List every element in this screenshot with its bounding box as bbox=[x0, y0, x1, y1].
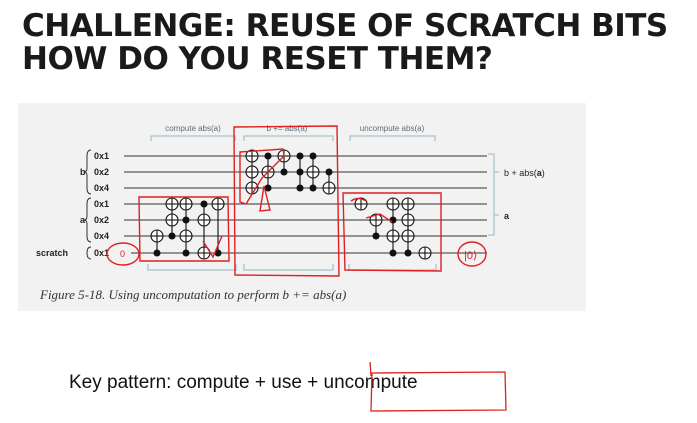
control-dot bbox=[325, 168, 333, 176]
qubit-label: 0x2 bbox=[94, 167, 109, 177]
qubit-label: 0x1 bbox=[94, 151, 109, 161]
key-pattern-text: Key pattern: compute + use + uncompute bbox=[69, 372, 418, 394]
output-label-b-close: ) bbox=[542, 168, 545, 178]
qubit-label: 0x4 bbox=[94, 183, 109, 193]
control-dot bbox=[296, 168, 304, 176]
control-dot bbox=[296, 152, 304, 160]
section-label-add: b += abs(a) bbox=[267, 124, 308, 133]
control-dot bbox=[264, 152, 272, 160]
qubit-label: 0x1 bbox=[94, 199, 109, 209]
circuit-diagram: compute abs(a) b += abs(a) uncompute abs… bbox=[36, 124, 545, 277]
control-dot bbox=[389, 249, 397, 257]
qubit-label: 0x4 bbox=[94, 231, 109, 241]
control-dot bbox=[309, 152, 317, 160]
control-dot bbox=[309, 184, 317, 192]
section-label-uncompute: uncompute abs(a) bbox=[360, 124, 425, 133]
key-pattern-highlight: uncompute bbox=[323, 372, 418, 393]
control-dot bbox=[280, 168, 288, 176]
control-dot bbox=[153, 249, 161, 257]
output-label-b-text: b + abs( bbox=[504, 168, 537, 178]
control-dot bbox=[404, 249, 412, 257]
output-label-b: b + abs(a) bbox=[504, 168, 545, 178]
control-dot bbox=[182, 216, 190, 224]
register-label-scratch: scratch bbox=[36, 248, 68, 258]
control-dot bbox=[296, 184, 304, 192]
control-dot bbox=[168, 232, 176, 240]
scratch-initial-value: 0 bbox=[120, 249, 125, 259]
section-label-compute: compute abs(a) bbox=[165, 124, 221, 133]
figure-caption: Figure 5-18. Using uncomputation to perf… bbox=[40, 287, 347, 302]
key-pattern-prefix: Key pattern: compute + use + bbox=[69, 372, 324, 393]
qubit-label: 0x2 bbox=[94, 215, 109, 225]
control-dot bbox=[182, 249, 190, 257]
control-dot bbox=[372, 232, 380, 240]
control-dot bbox=[264, 184, 272, 192]
scratch-final-value: |0⟩ bbox=[464, 250, 477, 262]
control-dot bbox=[200, 200, 208, 208]
output-label-a: a bbox=[504, 211, 510, 221]
